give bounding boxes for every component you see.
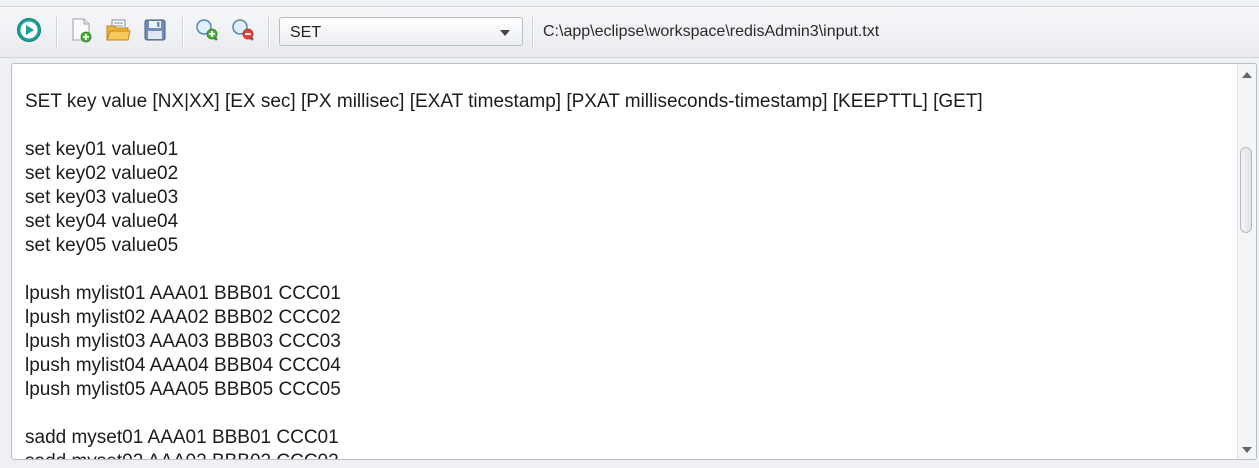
- file-path-label: C:\app\eclipse\workspace\redisAdmin3\inp…: [543, 23, 880, 40]
- toolbar-separator: [532, 17, 534, 47]
- run-button[interactable]: [15, 17, 43, 48]
- new-file-icon: [69, 17, 93, 48]
- editor-line: SET key value [NX|XX] [EX sec] [PX milli…: [25, 91, 983, 112]
- save-icon: [143, 18, 167, 47]
- editor-line: sadd myset02 AAA02 BBB02 CCC02: [25, 450, 983, 459]
- open-folder-icon: [105, 17, 131, 48]
- editor-line: set key04 value04: [25, 211, 179, 232]
- editor-line: set key03 value03: [25, 187, 179, 208]
- new-file-button[interactable]: [67, 18, 95, 46]
- chevron-down-icon: [500, 30, 510, 36]
- scrollbar-thumb[interactable]: [1240, 147, 1252, 233]
- save-button[interactable]: [141, 18, 169, 46]
- editor-text[interactable]: SET key value [NX|XX] [EX sec] [PX milli…: [25, 90, 983, 459]
- editor-line: set key01 value01: [25, 139, 179, 160]
- run-icon: [16, 17, 42, 48]
- editor-line: [25, 258, 983, 282]
- editor-line: set key05 value05: [25, 235, 179, 256]
- editor-line: [25, 402, 983, 426]
- vertical-scrollbar[interactable]: [1237, 64, 1256, 459]
- scroll-down-arrow-icon[interactable]: [1242, 447, 1252, 453]
- scroll-up-arrow-icon[interactable]: [1242, 72, 1252, 78]
- editor-line: lpush mylist03 AAA03 BBB03 CCC03: [25, 331, 341, 352]
- editor-line: sadd myset01 AAA01 BBB01 CCC01: [25, 427, 339, 448]
- zoom-in-button[interactable]: [193, 18, 221, 46]
- editor-line: lpush mylist05 AAA05 BBB05 CCC05: [25, 379, 341, 400]
- toolbar-separator: [182, 17, 184, 47]
- open-folder-button[interactable]: [104, 18, 132, 46]
- zoom-in-icon: [194, 17, 220, 48]
- editor-line: lpush mylist04 AAA04 BBB04 CCC04: [25, 355, 341, 376]
- command-select-value: SET: [290, 24, 322, 41]
- toolbar-separator: [56, 17, 58, 47]
- command-editor[interactable]: SET key value [NX|XX] [EX sec] [PX milli…: [11, 63, 1257, 460]
- command-select[interactable]: SET: [279, 17, 523, 46]
- editor-line: lpush mylist01 AAA01 BBB01 CCC01: [25, 283, 341, 304]
- zoom-out-button[interactable]: [229, 18, 257, 46]
- editor-line: [25, 114, 983, 138]
- zoom-out-icon: [230, 17, 256, 48]
- toolbar-separator: [268, 17, 270, 47]
- editor-line: set key02 value02: [25, 163, 179, 184]
- editor-line: lpush mylist02 AAA02 BBB02 CCC02: [25, 307, 341, 328]
- app-window: SET C:\app\eclipse\workspace\redisAdmin3…: [0, 0, 1259, 468]
- toolbar: SET C:\app\eclipse\workspace\redisAdmin3…: [0, 7, 1259, 58]
